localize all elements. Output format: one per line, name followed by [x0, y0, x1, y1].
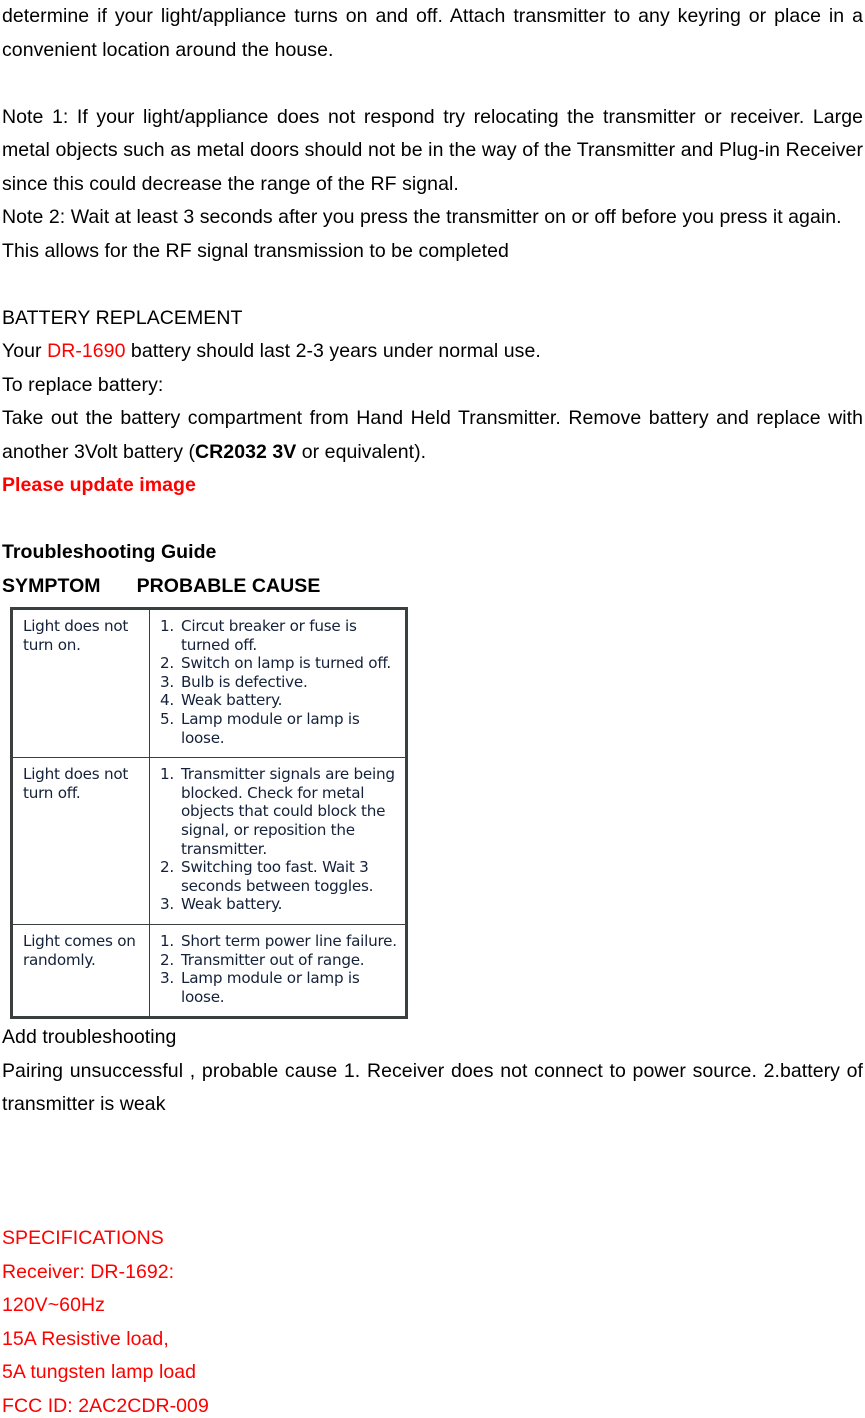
- table-cell-symptom: Light comes on randomly.: [11, 923, 150, 1019]
- spec-line-tungsten-load: 5A tungsten lamp load: [2, 1361, 197, 1384]
- cause-list-item: Short term power line failure.: [160, 931, 397, 950]
- table-cell-cause: Circut breaker or fuse is turned off. Sw…: [149, 607, 407, 759]
- cause-list-item: Weak battery.: [160, 895, 283, 914]
- symptom-text: Light comes on randomly.: [23, 931, 136, 969]
- cause-list-item: Bulb is defective.: [160, 672, 308, 691]
- battery-life-suffix: battery should last 2-3 years under norm…: [125, 340, 541, 362]
- spec-line-resistive-load: 15A Resistive load,: [2, 1327, 169, 1350]
- troubleshooting-table-body: Light does not turn on. Circut breaker o…: [11, 607, 407, 1019]
- table-cell-symptom: Light does not turn on.: [11, 607, 150, 759]
- spec-line-receiver: Receiver: DR-1692:: [2, 1260, 175, 1283]
- battery-replacement-heading: BATTERY REPLACEMENT: [2, 306, 243, 329]
- table-row: Light does not turn on. Circut breaker o…: [11, 607, 407, 759]
- cause-list-item: Transmitter out of range.: [160, 950, 365, 969]
- troubleshooting-column-headers: SYMPTOM PROBABLE CAUSE: [2, 570, 863, 604]
- battery-life-line: Your DR-1690 battery should last 2-3 yea…: [2, 335, 863, 369]
- battery-type: CR2032 3V: [195, 440, 297, 463]
- note-2-line-b: This allows for the RF signal transmissi…: [2, 239, 509, 262]
- battery-instructions: Take out the battery compartment from Ha…: [2, 402, 863, 469]
- battery-model: DR-1690: [47, 340, 126, 362]
- cause-list-item: Circut breaker or fuse is turned off.: [160, 617, 357, 654]
- symptom-text: Light does not turn on.: [23, 617, 129, 654]
- cause-list-item: Switching too fast. Wait 3 seconds betwe…: [160, 858, 374, 895]
- troubleshooting-heading: Troubleshooting Guide: [2, 541, 217, 563]
- troubleshooting-table: Light does not turn on. Circut breaker o…: [10, 607, 408, 1020]
- battery-instructions-prefix: Take out the battery compartment from Ha…: [2, 407, 863, 463]
- cause-list: Circut breaker or fuse is turned off. Sw…: [160, 617, 399, 747]
- table-cell-cause: Short term power line failure. Transmitt…: [149, 923, 407, 1019]
- table-row: Light comes on randomly. Short term powe…: [11, 923, 407, 1019]
- add-troubleshooting-note: Add troubleshooting: [2, 1026, 177, 1049]
- symptom-text: Light does not turn off.: [23, 765, 129, 802]
- table-cell-cause: Transmitter signals are being blocked. C…: [149, 757, 407, 925]
- battery-instructions-suffix: or equivalent).: [296, 440, 427, 463]
- cause-list-item: Transmitter signals are being blocked. C…: [160, 765, 395, 858]
- column-header-probable-cause: PROBABLE CAUSE: [136, 574, 321, 597]
- table-cell-symptom: Light does not turn off.: [11, 757, 150, 925]
- cause-list: Transmitter signals are being blocked. C…: [160, 765, 399, 914]
- spec-line-voltage: 120V~60Hz: [2, 1294, 105, 1317]
- specifications-heading: SPECIFICATIONS: [2, 1227, 164, 1250]
- pairing-note: Pairing unsuccessful , probable cause 1.…: [2, 1059, 863, 1116]
- cause-list-item: Lamp module or lamp is loose.: [160, 709, 360, 747]
- spec-line-fcc-id: FCC ID: 2AC2CDR-009: [2, 1394, 209, 1417]
- intro-paragraph: determine if your light/appliance turns …: [2, 5, 863, 61]
- replace-battery-label: To replace battery:: [2, 373, 164, 396]
- note-2-line-a: Note 2: Wait at least 3 seconds after yo…: [2, 206, 842, 228]
- document-page: determine if your light/appliance turns …: [0, 0, 865, 1418]
- note-1-paragraph: Note 1: If your light/appliance does not…: [2, 105, 863, 195]
- cause-list-item: Lamp module or lamp is loose.: [160, 969, 360, 1006]
- battery-life-prefix: Your: [2, 340, 48, 362]
- cause-list: Short term power line failure. Transmitt…: [160, 932, 399, 1006]
- column-header-symptom: SYMPTOM: [2, 574, 101, 597]
- cause-list-item: Switch on lamp is turned off.: [160, 654, 391, 673]
- cause-list-item: Weak battery.: [160, 691, 283, 710]
- troubleshooting-table-wrap: Light does not turn on. Circut breaker o…: [2, 603, 863, 1021]
- update-image-note: Please update image: [2, 474, 196, 496]
- table-row: Light does not turn off. Transmitter sig…: [11, 757, 407, 925]
